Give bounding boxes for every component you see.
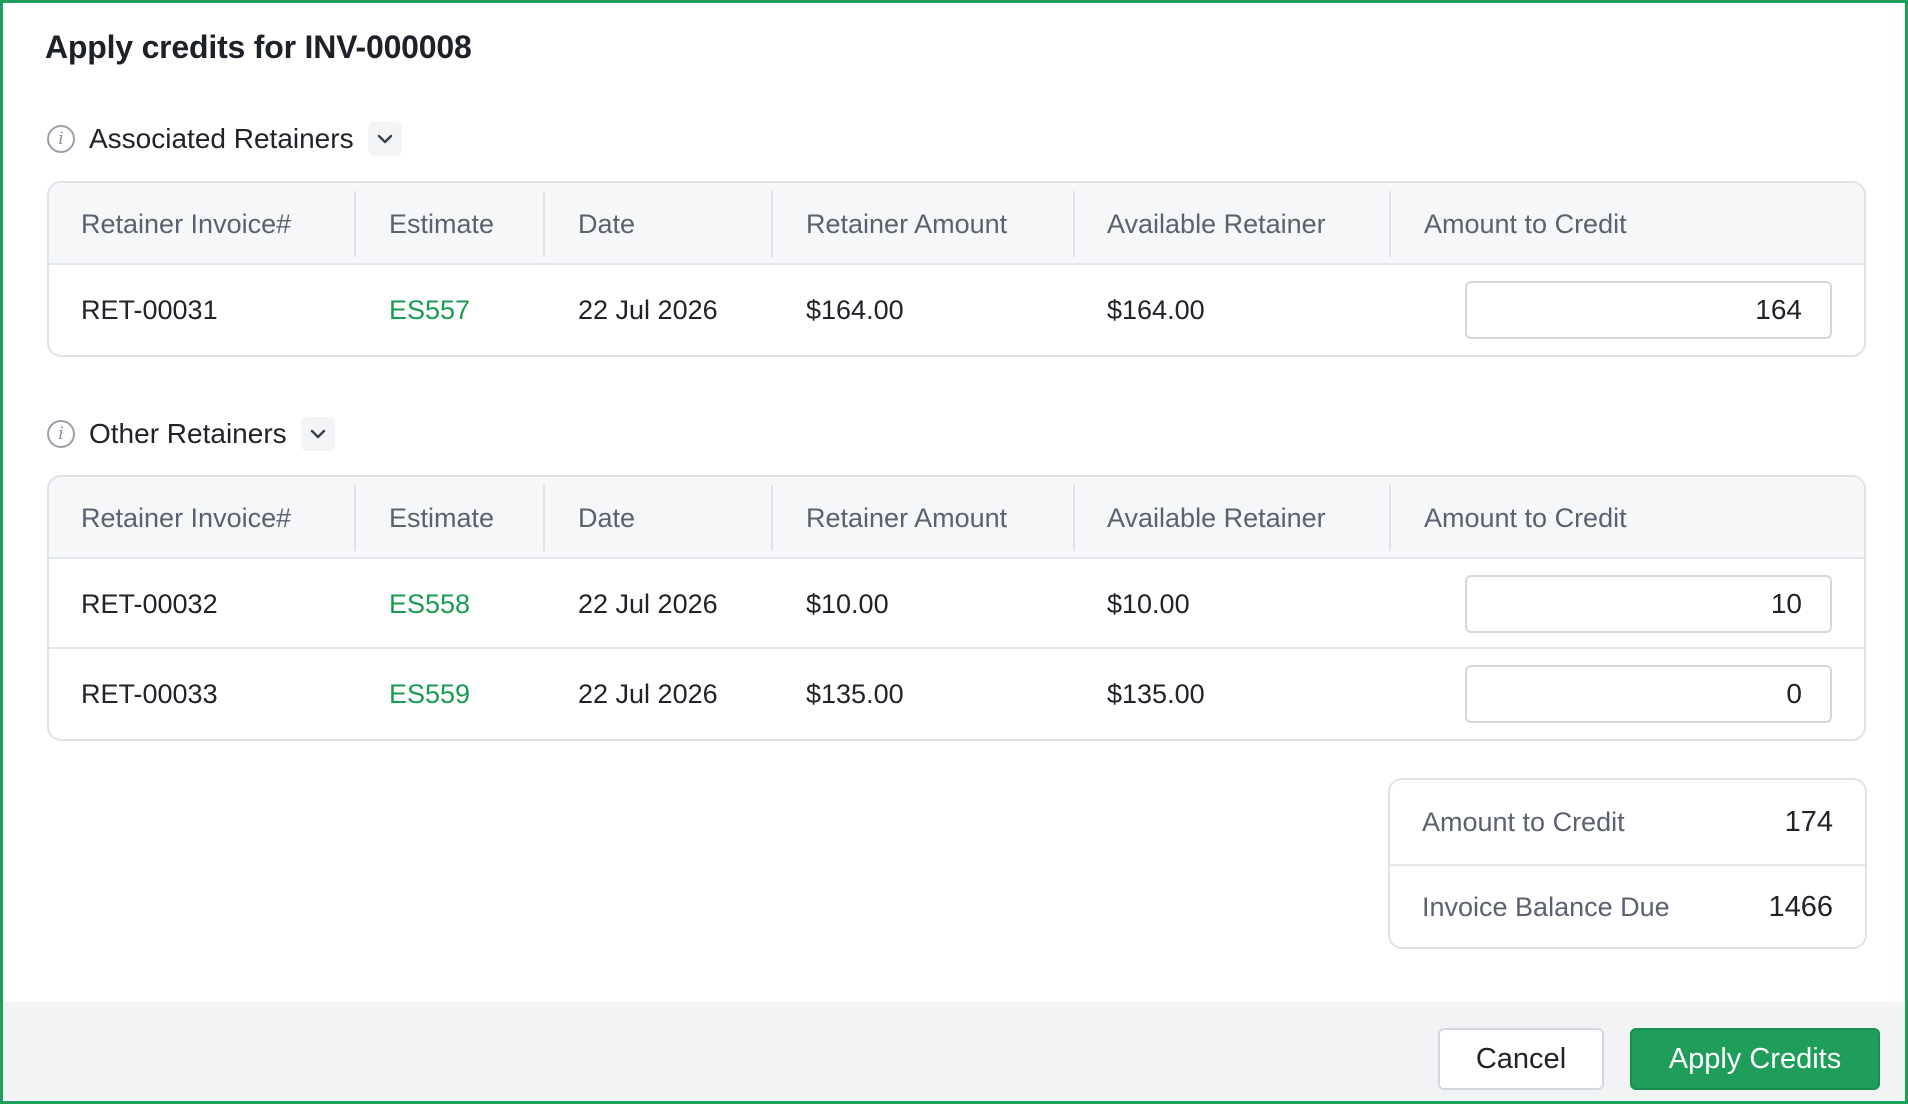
dialog-title: Apply credits for INV-000008 xyxy=(45,29,472,65)
retainer-amount-cell: $10.00 xyxy=(806,588,889,619)
other-retainers-toggle[interactable] xyxy=(300,417,335,451)
col-date: Date xyxy=(578,502,636,533)
col-amount-to-credit: Amount to Credit xyxy=(1424,208,1627,239)
date-cell: 22 Jul 2026 xyxy=(578,678,718,709)
summary-balance-due-label: Invoice Balance Due xyxy=(1422,891,1670,922)
amount-to-credit-input[interactable] xyxy=(1465,281,1832,339)
table-row: RET-00033 ES559 22 Jul 2026 $135.00 $135… xyxy=(49,649,1864,739)
apply-credits-dialog: Apply credits for INV-000008 i Associate… xyxy=(0,0,1908,1104)
col-estimate: Estimate xyxy=(389,502,495,533)
col-retainer-amount: Retainer Amount xyxy=(806,208,1008,239)
other-retainers-table: Retainer Invoice# Estimate Date Retainer… xyxy=(47,475,1866,741)
retainer-amount-cell: $135.00 xyxy=(806,678,904,709)
summary-balance-due-value: 1466 xyxy=(1768,890,1833,923)
associated-retainers-header: i Associated Retainers xyxy=(47,119,402,159)
associated-retainers-table: Retainer Invoice# Estimate Date Retainer… xyxy=(47,181,1866,357)
table-header: Retainer Invoice# Estimate Date Retainer… xyxy=(49,477,1864,559)
date-cell: 22 Jul 2026 xyxy=(578,294,718,325)
col-retainer-invoice: Retainer Invoice# xyxy=(81,208,292,239)
amount-to-credit-input[interactable] xyxy=(1465,575,1832,633)
date-cell: 22 Jul 2026 xyxy=(578,588,718,619)
amount-to-credit-input[interactable] xyxy=(1465,665,1832,723)
summary-amount-to-credit-label: Amount to Credit xyxy=(1422,806,1625,837)
summary-row-amount-to-credit: Amount to Credit 174 xyxy=(1390,780,1865,864)
retainer-invoice-cell: RET-00032 xyxy=(81,588,218,619)
table-row: RET-00031 ES557 22 Jul 2026 $164.00 $164… xyxy=(49,265,1864,355)
col-available-retainer: Available Retainer xyxy=(1107,502,1326,533)
available-retainer-cell: $164.00 xyxy=(1107,294,1205,325)
col-date: Date xyxy=(578,208,636,239)
retainer-invoice-cell: RET-00031 xyxy=(81,294,218,325)
chevron-down-icon xyxy=(310,429,325,439)
estimate-link[interactable]: ES559 xyxy=(389,649,470,739)
summary-amount-to-credit-value: 174 xyxy=(1784,805,1833,838)
info-icon[interactable]: i xyxy=(47,420,75,448)
estimate-link[interactable]: ES558 xyxy=(389,559,470,649)
summary-row-balance-due: Invoice Balance Due 1466 xyxy=(1390,864,1865,947)
other-retainers-header: i Other Retainers xyxy=(47,414,335,454)
cancel-button[interactable]: Cancel xyxy=(1438,1028,1604,1090)
retainer-amount-cell: $164.00 xyxy=(806,294,904,325)
chevron-down-icon xyxy=(377,134,392,144)
other-retainers-label: Other Retainers xyxy=(89,418,287,449)
col-amount-to-credit: Amount to Credit xyxy=(1424,502,1627,533)
credit-summary: Amount to Credit 174 Invoice Balance Due… xyxy=(1388,778,1867,949)
table-header: Retainer Invoice# Estimate Date Retainer… xyxy=(49,183,1864,265)
associated-retainers-toggle[interactable] xyxy=(367,122,402,156)
apply-credits-button[interactable]: Apply Credits xyxy=(1630,1028,1880,1090)
available-retainer-cell: $135.00 xyxy=(1107,678,1205,709)
available-retainer-cell: $10.00 xyxy=(1107,588,1190,619)
col-estimate: Estimate xyxy=(389,208,495,239)
col-retainer-invoice: Retainer Invoice# xyxy=(81,502,292,533)
table-row: RET-00032 ES558 22 Jul 2026 $10.00 $10.0… xyxy=(49,559,1864,649)
dialog-footer: Cancel Apply Credits xyxy=(3,1002,1905,1101)
retainer-invoice-cell: RET-00033 xyxy=(81,678,218,709)
associated-retainers-label: Associated Retainers xyxy=(89,123,354,154)
estimate-link[interactable]: ES557 xyxy=(389,265,470,355)
col-available-retainer: Available Retainer xyxy=(1107,208,1326,239)
info-icon[interactable]: i xyxy=(47,125,75,153)
col-retainer-amount: Retainer Amount xyxy=(806,502,1008,533)
